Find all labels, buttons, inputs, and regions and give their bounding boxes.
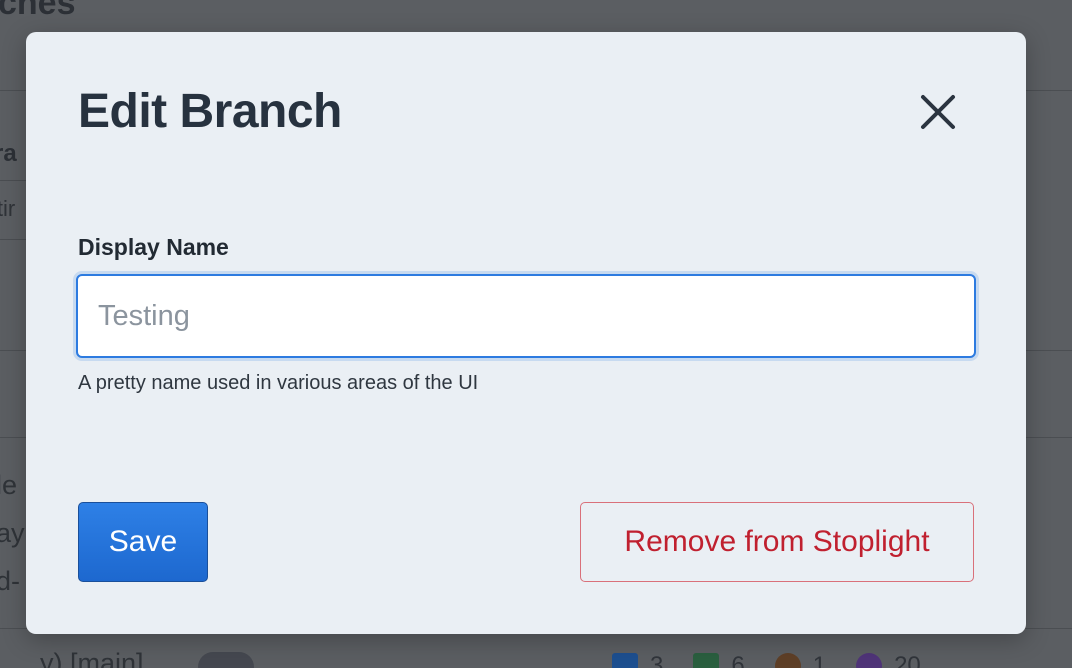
paw-icon (774, 653, 801, 668)
stat-value: 1 (812, 652, 827, 668)
book-icon (612, 653, 638, 668)
close-button[interactable] (914, 88, 962, 136)
background-stats: 3 6 1 20 (612, 652, 921, 668)
cube-icon (693, 653, 720, 668)
stat-value: 6 (731, 652, 745, 668)
target-icon (856, 653, 883, 668)
edit-branch-dialog: Edit Branch Display Name A pretty name u… (26, 32, 1026, 634)
background-list-fragment: le (0, 470, 18, 500)
save-button[interactable]: Save (78, 502, 208, 582)
background-input-text: itir (0, 196, 16, 221)
dialog-title: Edit Branch (78, 85, 342, 138)
display-name-label: Display Name (78, 234, 229, 260)
background-tab-fragment: ra (0, 140, 17, 167)
display-name-input[interactable] (76, 274, 976, 358)
display-name-help-text: A pretty name used in various areas of t… (78, 372, 479, 394)
background-stat: 6 (693, 652, 745, 668)
background-stat: 3 (612, 652, 663, 668)
remove-from-stoplight-button[interactable]: Remove from Stoplight (580, 502, 974, 582)
background-row-label: y) [main] (40, 648, 144, 668)
background-stat: 20 (856, 652, 921, 668)
background-list-fragment: ay (0, 518, 25, 548)
stat-value: 20 (894, 652, 921, 668)
background-stat: 1 (774, 652, 827, 668)
background-toggle (198, 652, 254, 668)
close-icon (921, 95, 955, 129)
background-page-title: ches (0, 0, 76, 22)
stat-value: 3 (650, 652, 664, 668)
background-list-fragment: d- (0, 566, 21, 596)
